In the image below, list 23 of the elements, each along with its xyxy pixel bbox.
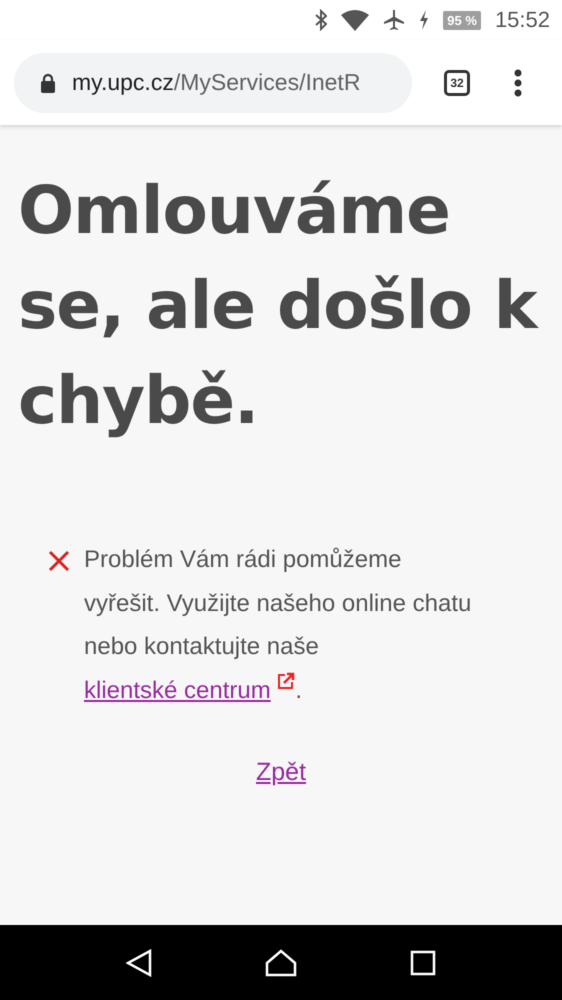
- client-center-link[interactable]: klientské centrum: [84, 676, 271, 704]
- home-icon: [264, 948, 297, 976]
- home-button[interactable]: [264, 948, 297, 976]
- url-text: my.upc.cz/MyServices/InetR: [72, 69, 360, 96]
- back-link[interactable]: Zpět: [256, 758, 306, 787]
- airplane-icon: [383, 9, 406, 31]
- tab-count-button[interactable]: 32: [444, 70, 470, 96]
- back-icon: [126, 948, 152, 976]
- wifi-icon: [341, 9, 370, 31]
- recents-button[interactable]: [410, 950, 436, 976]
- lightning-icon: [419, 10, 430, 30]
- clock: 15:52: [494, 7, 550, 33]
- lock-icon: [40, 72, 56, 92]
- error-message: Problém Vám rádi pomůžeme vyřešit. Využijte našeho online chatu nebo kontaktujte naše klientské centrum .: [84, 545, 472, 706]
- bluetooth-icon: [315, 9, 328, 31]
- menu-icon: [514, 68, 522, 96]
- external-link-icon: [277, 672, 296, 690]
- battery-indicator: 95 %: [443, 10, 481, 30]
- page-heading: Omlouváme se, ale došlo k chybě.: [18, 171, 538, 441]
- address-bar[interactable]: my.upc.cz/MyServices/InetR: [14, 52, 412, 112]
- square-icon: [410, 950, 436, 976]
- close-icon: [48, 550, 70, 572]
- back-button[interactable]: [126, 948, 152, 976]
